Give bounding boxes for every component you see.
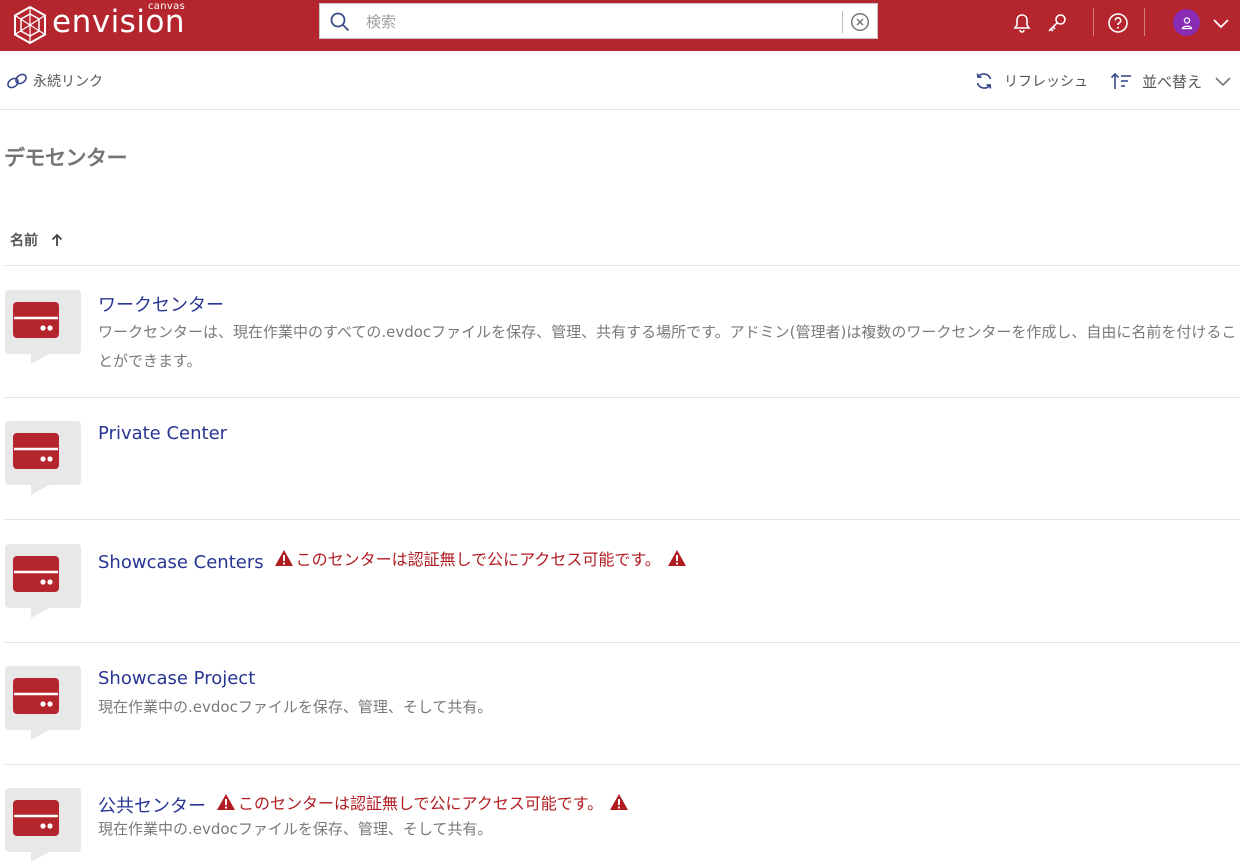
list-item[interactable]: Showcase Centers このセンターは認証無しで公にアクセス可能です。: [5, 520, 1240, 643]
center-icon: [5, 544, 81, 620]
sort-label: 並べ替え: [1142, 72, 1203, 91]
refresh-icon: [976, 73, 992, 89]
refresh-button[interactable]: リフレッシュ: [974, 70, 1088, 92]
public-access-warning: このセンターは認証無しで公にアクセス可能です。: [274, 546, 687, 570]
center-description: 現在作業中の.evdocファイルを保存、管理、そして共有。: [98, 820, 493, 838]
center-title[interactable]: Showcase Project: [98, 668, 255, 689]
center-title-row: 公共センター このセンターは認証無しで公にアクセス可能です。: [98, 790, 629, 818]
column-header-label: 名前: [10, 233, 38, 249]
envision-logo-icon: [14, 5, 46, 45]
help-icon[interactable]: [1107, 12, 1129, 34]
warning-icon: [216, 793, 236, 811]
sort-icon: [1110, 72, 1131, 89]
refresh-label: リフレッシュ: [1004, 74, 1088, 90]
user-avatar[interactable]: [1173, 9, 1200, 36]
warning-icon: [609, 793, 629, 811]
link-icon: [7, 73, 27, 89]
public-access-warning: このセンターは認証無しで公にアクセス可能です。: [216, 790, 629, 814]
center-description: 現在作業中の.evdocファイルを保存、管理、そして共有。: [98, 698, 493, 716]
page-title: デモセンター: [4, 146, 128, 170]
center-icon: [5, 421, 81, 497]
sort-dropdown[interactable]: 並べ替え: [1110, 70, 1232, 92]
center-title[interactable]: 公共センター: [98, 796, 206, 817]
search-input[interactable]: [364, 10, 848, 34]
permalink-label: 永続リンク: [33, 74, 103, 90]
center-title[interactable]: Private Center: [98, 423, 227, 444]
search-divider: [842, 11, 843, 33]
center-icon: [5, 788, 81, 864]
center-icon: [5, 290, 81, 366]
header-divider: [1144, 8, 1145, 36]
center-title[interactable]: Showcase Centers: [98, 552, 264, 573]
toolbar: 永続リンク リフレッシュ 並べ替え: [0, 51, 1240, 110]
brand-sub: canvas: [148, 1, 186, 12]
column-header-name[interactable]: 名前: [10, 230, 64, 250]
list-item[interactable]: Showcase Project 現在作業中の.evdocファイルを保存、管理、…: [5, 643, 1240, 765]
warning-text: このセンターは認証無しで公にアクセス可能です。: [295, 550, 661, 569]
arrow-up-icon: [51, 233, 63, 246]
bell-icon[interactable]: [1011, 12, 1033, 34]
warning-text: このセンターは認証無しで公にアクセス可能です。: [238, 794, 604, 813]
permalink-button[interactable]: 永続リンク: [6, 70, 103, 92]
warning-icon: [667, 549, 687, 567]
key-icon[interactable]: [1046, 12, 1068, 34]
center-title-row: Showcase Centers このセンターは認証無しで公にアクセス可能です。: [98, 546, 687, 573]
list-item[interactable]: 公共センター このセンターは認証無しで公にアクセス可能です。 現在作業中の.evd…: [5, 765, 1240, 847]
header-divider: [1093, 8, 1094, 36]
list-item[interactable]: ワークセンター ワークセンターは、現在作業中のすべての.evdocファイルを保存…: [5, 266, 1240, 398]
list-item[interactable]: Private Center: [5, 398, 1240, 520]
center-description: ワークセンターは、現在作業中のすべての.evdocファイルを保存、管理、共有する…: [98, 323, 1237, 370]
clear-search-icon[interactable]: [850, 12, 870, 32]
center-title[interactable]: ワークセンター: [98, 291, 224, 317]
search-box: [319, 3, 878, 39]
chevron-down-icon[interactable]: [1211, 14, 1231, 32]
top-bar: envision canvas: [0, 0, 1240, 51]
brand-logo[interactable]: envision canvas: [12, 1, 192, 46]
center-icon: [5, 666, 81, 742]
warning-icon: [274, 549, 294, 567]
search-icon[interactable]: [330, 12, 350, 32]
user-icon: [1181, 16, 1192, 29]
chevron-down-icon: [1215, 77, 1231, 87]
